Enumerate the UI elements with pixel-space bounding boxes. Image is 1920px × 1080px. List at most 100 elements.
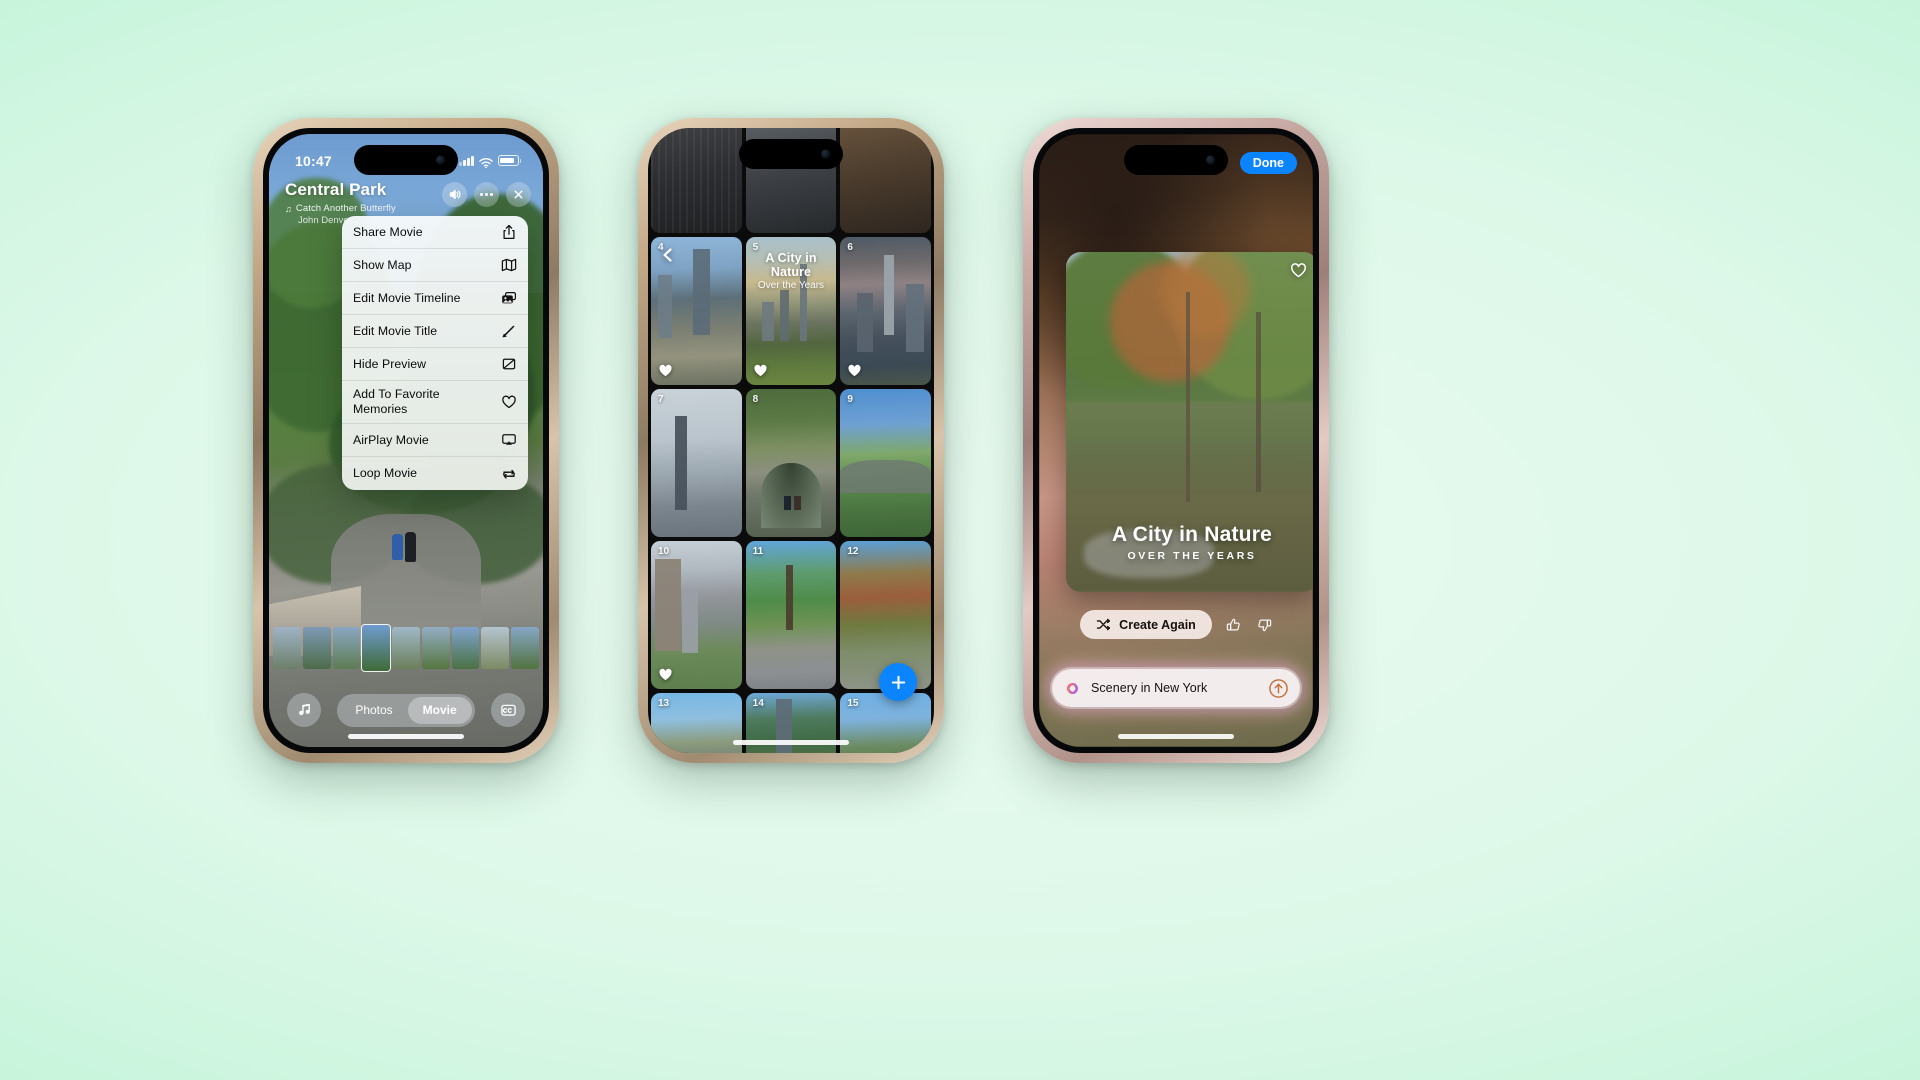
grid-cell[interactable]: 13 — [651, 693, 742, 753]
apple-intelligence-icon — [1063, 679, 1082, 698]
filmstrip-thumb[interactable] — [421, 627, 450, 669]
cell-index: 6 — [847, 242, 853, 253]
menu-item-hide-preview[interactable]: Hide Preview — [342, 348, 528, 381]
grid-cell[interactable] — [651, 128, 742, 233]
menu-item-label: Add To Favorite Memories — [353, 387, 440, 416]
grid-cell[interactable]: 8 — [745, 389, 837, 537]
map-icon — [501, 257, 517, 273]
home-indicator — [348, 734, 464, 739]
arrow-up-circle-icon[interactable] — [1268, 678, 1289, 699]
grid-cell[interactable]: 10 — [651, 541, 742, 689]
filmstrip-thumb[interactable] — [481, 627, 510, 669]
menu-item-share-movie[interactable]: Share Movie — [342, 216, 528, 249]
card-title: A City in Nature — [1112, 523, 1272, 546]
dynamic-island — [1124, 145, 1228, 175]
music-button[interactable] — [287, 693, 321, 727]
phone-2-screen: 0:1 4 5 — [648, 128, 934, 753]
heart-outline-icon[interactable] — [1290, 262, 1307, 279]
cell-index: 11 — [752, 546, 764, 557]
favorite-icon — [658, 363, 673, 378]
filmstrip-thumb[interactable] — [302, 627, 331, 669]
volume-button[interactable] — [442, 182, 467, 207]
player-controls — [442, 182, 531, 207]
cellular-bars-icon — [459, 155, 474, 166]
movie-timeline-icon — [501, 290, 517, 306]
captions-icon — [500, 704, 516, 716]
airplay-icon — [501, 432, 517, 448]
dynamic-island — [739, 139, 843, 169]
tree-trunk-2 — [1256, 312, 1261, 492]
chevron-left-icon[interactable] — [660, 247, 676, 263]
wifi-icon — [479, 155, 493, 168]
menu-item-show-map[interactable]: Show Map — [342, 249, 528, 282]
pencil-icon — [501, 323, 517, 339]
cell-index: 13 — [658, 698, 670, 709]
phone-3-screen: Done A City in Nature OVER THE YEARS Cre… — [1039, 134, 1313, 747]
menu-item-loop-movie[interactable]: Loop Movie — [342, 457, 528, 490]
menu-item-edit-movie-title[interactable]: Edit Movie Title — [342, 315, 528, 348]
segment-photos[interactable]: Photos — [340, 697, 407, 724]
menu-item-add-to-favorite-memories[interactable]: Add To Favorite Memories — [342, 381, 528, 424]
cell-index: 8 — [752, 394, 759, 405]
music-notes-icon — [298, 703, 310, 715]
menu-item-label: Show Map — [353, 257, 412, 272]
phone-1-movie-player: 10:47 Central Park ♫ Catch Another Butte… — [253, 118, 559, 763]
shuffle-icon — [1096, 617, 1111, 632]
phone-3-memory-preview: Done A City in Nature OVER THE YEARS Cre… — [1023, 118, 1329, 763]
phone-2-bezel: 0:1 4 5 — [648, 128, 934, 753]
status-time: 10:47 — [295, 152, 332, 169]
segment-movie[interactable]: Movie — [407, 696, 472, 724]
menu-item-label: Edit Movie Timeline — [353, 290, 461, 305]
more-options-button[interactable] — [474, 182, 499, 207]
filmstrip-thumb[interactable] — [332, 627, 361, 669]
favorite-icon — [847, 363, 862, 378]
close-button[interactable] — [506, 182, 531, 207]
cell-index: 7 — [658, 394, 664, 405]
player-bottom-bar: Photos Movie — [269, 689, 543, 731]
thumbs-up-icon[interactable] — [1226, 617, 1242, 633]
home-indicator — [1118, 734, 1234, 739]
grid-cell[interactable]: 11 — [745, 541, 837, 689]
grid-cell[interactable]: 7 — [651, 389, 742, 537]
cell-index: 15 — [847, 698, 859, 709]
grid-cell[interactable]: 4 — [651, 237, 742, 385]
photos-movie-segmented-control[interactable]: Photos Movie — [337, 693, 475, 727]
prompt-text[interactable]: Scenery in New York — [1091, 681, 1259, 695]
captions-button[interactable] — [491, 693, 525, 727]
add-photo-button[interactable] — [879, 663, 917, 701]
menu-item-label: AirPlay Movie — [353, 432, 429, 447]
context-menu: Share Movie Show Map Edit Movie Timeline… — [342, 216, 528, 490]
filmstrip-thumb[interactable] — [451, 627, 480, 669]
create-again-button[interactable]: Create Again — [1080, 610, 1212, 639]
prompt-input-bar[interactable]: Scenery in New York — [1052, 669, 1300, 707]
filmstrip-thumb[interactable] — [392, 627, 420, 669]
status-icons — [459, 155, 522, 168]
filmstrip-thumb-selected[interactable] — [361, 624, 392, 672]
grid-cell[interactable]: 6 — [840, 237, 931, 385]
grid-cell[interactable]: 0:1 — [840, 128, 931, 233]
thumbs-down-icon[interactable] — [1256, 617, 1272, 633]
cell-index: 12 — [847, 546, 859, 557]
phone-2-photo-grid: 0:1 4 5 — [638, 118, 944, 763]
loop-repeat-icon — [501, 466, 517, 482]
filmstrip-thumb[interactable] — [273, 627, 301, 669]
menu-item-edit-movie-timeline[interactable]: Edit Movie Timeline — [342, 282, 528, 315]
photo-grid: 0:1 4 5 — [648, 128, 934, 753]
menu-item-airplay-movie[interactable]: AirPlay Movie — [342, 424, 528, 457]
music-note-icon: ♫ — [285, 203, 292, 214]
plus-icon — [891, 675, 905, 689]
done-button[interactable]: Done — [1239, 152, 1297, 174]
card-subtitle: OVER THE YEARS — [1127, 550, 1257, 562]
heart-icon — [501, 394, 517, 410]
movie-filmstrip[interactable] — [269, 624, 543, 672]
filmstrip-thumb[interactable] — [511, 627, 540, 669]
memory-actions-row: Create Again — [1039, 610, 1313, 639]
grid-cell-memory-card[interactable]: 5 A City in Nature Over the Years — [745, 237, 837, 385]
memory-card-title-block: A City in Nature Over the Years — [746, 251, 837, 291]
menu-item-label: Edit Movie Title — [353, 323, 438, 338]
tree-trunk — [1186, 292, 1190, 502]
menu-item-label: Hide Preview — [353, 356, 427, 371]
grid-cell[interactable]: 15 — [840, 693, 931, 753]
grid-cell[interactable]: 9 — [840, 389, 931, 537]
memory-preview-card[interactable]: A City in Nature OVER THE YEARS — [1066, 252, 1313, 592]
